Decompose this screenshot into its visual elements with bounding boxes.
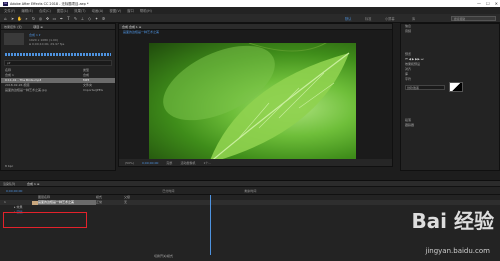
help-search-input[interactable]: 搜索帮助 [451, 16, 496, 21]
workspace-tab-small-screen[interactable]: 小屏幕 [385, 16, 395, 21]
hand-tool-icon[interactable]: ✋ [17, 16, 22, 21]
timeline-ruler-bar: 0;00;00;00 已分时间 剩余时间 [0, 187, 500, 195]
stamp-tool-icon[interactable]: ⊥ [80, 16, 85, 21]
menu-effect[interactable]: 效果(T) [74, 8, 86, 13]
tab-composition[interactable]: 合成 合成 1 ≡ [122, 25, 141, 29]
effects-group-label: 效果 [16, 205, 23, 209]
menu-window[interactable]: 窗口 [127, 8, 134, 13]
audio-waveform [5, 52, 111, 56]
zoom-tool-icon[interactable]: ⌕ [24, 16, 29, 21]
layer-mode[interactable]: 正常 [96, 200, 124, 205]
workspace-tab-default[interactable]: 默认 [345, 16, 351, 21]
project-search-placeholder: ρ▾ [7, 60, 11, 65]
menu-bar: 文件(F) 编辑(E) 合成(C) 图层(L) 效果(T) 动画(A) 视图(V… [0, 7, 500, 14]
window-title: Adobe After Effects CC 2018 - 无标题项目.aep … [10, 2, 89, 6]
fill-stroke-swatch[interactable] [449, 82, 463, 92]
puppet-tool-icon[interactable]: ✲ [101, 16, 106, 21]
minimize-button[interactable]: — [477, 1, 481, 6]
help-search-placeholder: 搜索帮助 [454, 17, 466, 21]
menu-edit[interactable]: 编辑(E) [21, 8, 33, 13]
layer-parent[interactable]: 无 [124, 200, 127, 205]
eraser-tool-icon[interactable]: ◇ [87, 16, 92, 21]
home-icon[interactable]: ⌂ [3, 16, 8, 21]
bit-depth-label[interactable]: 8 bpc [1, 164, 13, 169]
composition-viewer-image [149, 43, 356, 161]
resolution-selector[interactable]: 完整 [166, 161, 172, 165]
composition-breadcrumb[interactable]: 画面的边框是一种艺术之美 [119, 30, 392, 35]
zoom-selector[interactable]: (50%) [125, 161, 134, 165]
composition-footer: (50%) 0;00;00;00 完整 活动摄像机 1个... [119, 159, 392, 166]
font-family-selector[interactable]: 微软雅黑 [405, 84, 445, 90]
right-panel: 信息 音频 预览 ⏮ ◀ ▶ ▶▶ ⏭ 效果和预设 对齐 库 字符 微软雅黑 段… [400, 23, 500, 171]
font-row: 微软雅黑 [401, 82, 499, 92]
current-time-display[interactable]: 0;00;00;00 [142, 161, 158, 165]
text-tool-icon[interactable]: T [66, 16, 71, 21]
app-logo: Ae [3, 1, 8, 6]
project-item-name: 画面的边框是一种艺术之美.jpg [5, 87, 47, 92]
composition-panel: 合成 合成 1 ≡ 画面的边框是一种艺术之美 (50%) 0;00;00;00 … [118, 23, 393, 167]
view-layout-selector[interactable]: 1个... [203, 161, 211, 165]
menu-view[interactable]: 视图(V) [109, 8, 121, 13]
project-search-input[interactable]: ρ▾ [4, 59, 112, 66]
baidu-watermark: Bai 经验 [411, 209, 494, 233]
menu-composition[interactable]: 合成(C) [39, 8, 51, 13]
project-thumbnail [4, 33, 24, 45]
ruler-elapsed-label: 已分时间 [162, 188, 175, 193]
ruler-remaining-label: 剩余时间 [244, 188, 257, 193]
workspace-tab-standard[interactable]: 标准 [365, 16, 371, 21]
tab-render-queue[interactable]: 渲染队列 [3, 181, 15, 186]
pen-tool-icon[interactable]: ✒ [59, 16, 64, 21]
close-button[interactable]: ✕ [495, 1, 498, 6]
project-thumbnail-area: 合成 1 ▾ 1920 x 1080 (1.00) Δ 0;00;10;00, … [1, 30, 115, 50]
character-settings [401, 92, 499, 118]
menu-animation[interactable]: 动画(A) [92, 8, 104, 13]
maximize-button[interactable]: ☐ [486, 1, 490, 6]
timeline-playhead[interactable] [210, 195, 211, 255]
info-panel-body [401, 34, 499, 52]
highlight-annotation-box [3, 212, 87, 228]
tab-comp-timeline[interactable]: 合成 1 ≡ [27, 181, 39, 186]
roto-brush-tool-icon[interactable]: ✦ [94, 16, 99, 21]
rotate-tool-icon[interactable]: ↻ [31, 16, 36, 21]
tools-bar: ⌂ ➤ ✋ ⌕ ↻ ◎ ✥ ▭ ✒ T ✎ ⊥ ◇ ✦ ✲ 默认 标准 小屏幕 … [0, 14, 500, 23]
rectangle-tool-icon[interactable]: ▭ [52, 16, 57, 21]
timeline-current-time[interactable]: 0;00;00;00 [6, 189, 22, 193]
selection-tool-icon[interactable]: ➤ [10, 16, 15, 21]
workspace-tab-libraries[interactable]: 库 [412, 16, 415, 21]
menu-layer[interactable]: 图层(L) [57, 8, 68, 13]
camera-tool-icon[interactable]: ◎ [38, 16, 43, 21]
window-titlebar: Ae Adobe After Effects CC 2018 - 无标题项目.a… [0, 0, 500, 7]
tab-effect-controls[interactable]: 效果控件 (无) [4, 25, 22, 29]
composition-duration: Δ 0;00;10;00, 29.97 fps [29, 42, 65, 46]
menu-file[interactable]: 文件(F) [4, 8, 15, 13]
project-item[interactable]: 画面的边框是一种艺术之美.jpg ImporterJPEG [1, 88, 115, 93]
project-item-type: ImporterJPEG [83, 87, 103, 92]
menu-help[interactable]: 帮助(H) [140, 8, 152, 13]
watermark-url: jingyan.baidu.com [425, 247, 490, 255]
tracker-panel-label[interactable]: 跟踪器 [401, 123, 499, 128]
project-panel: 效果控件 (无) 项目 ≡ 合成 1 ▾ 1920 x 1080 (1.00) … [0, 23, 116, 171]
pan-behind-tool-icon[interactable]: ✥ [45, 16, 50, 21]
tab-project[interactable]: 项目 ≡ [33, 25, 42, 29]
layer-name[interactable]: 画面的边框是一种艺术之美 [38, 200, 96, 205]
toggle-switches-modes[interactable]: 切换开关/模式 [150, 254, 173, 259]
camera-selector[interactable]: 活动摄像机 [180, 161, 195, 165]
brush-tool-icon[interactable]: ✎ [73, 16, 78, 21]
leaf-image [163, 43, 350, 161]
